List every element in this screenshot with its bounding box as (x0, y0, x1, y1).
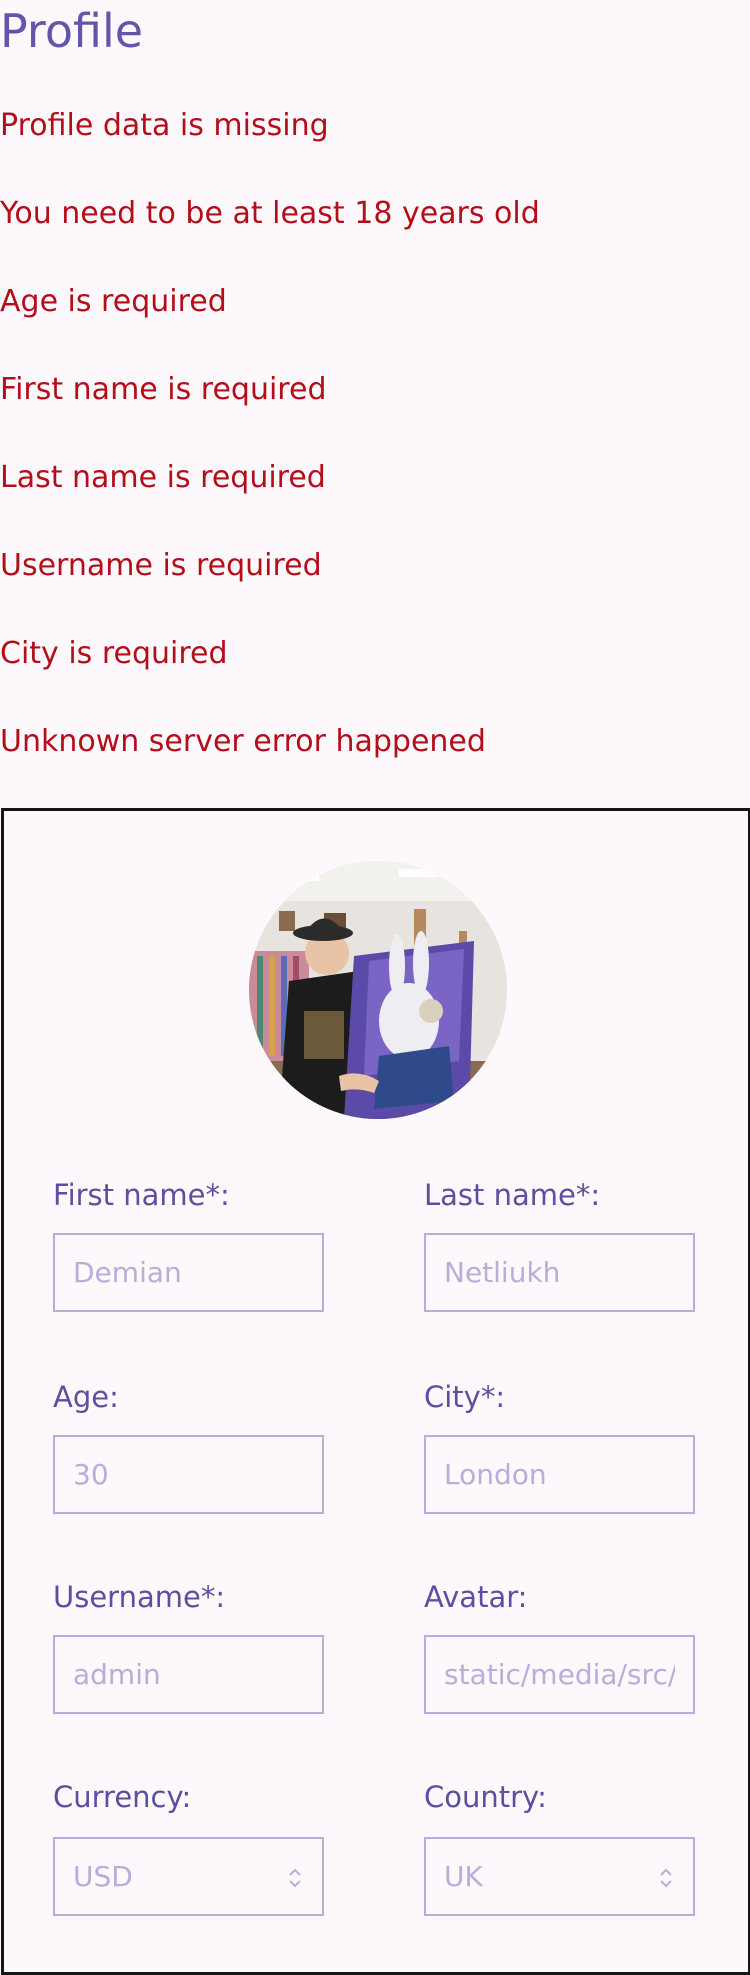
currency-select[interactable]: USD (53, 1837, 324, 1916)
first-name-label: First name*: (53, 1178, 230, 1212)
error-message: Profile data is missing (0, 108, 329, 143)
error-message: Last name is required (0, 460, 326, 495)
avatar-label: Avatar: (424, 1580, 528, 1614)
first-name-field[interactable] (53, 1233, 324, 1312)
username-label: Username*: (53, 1580, 226, 1614)
error-message: You need to be at least 18 years old (0, 196, 540, 231)
country-label: Country: (424, 1780, 547, 1814)
avatar-image (249, 861, 507, 1119)
error-message: Age is required (0, 284, 227, 319)
currency-select-value: USD (73, 1860, 133, 1893)
age-label: Age: (53, 1380, 119, 1414)
username-field[interactable] (53, 1635, 324, 1714)
age-field[interactable] (53, 1435, 324, 1514)
avatar (249, 861, 507, 1119)
error-message: Unknown server error happened (0, 724, 486, 759)
error-message: Username is required (0, 548, 322, 583)
error-message: First name is required (0, 372, 327, 407)
city-field[interactable] (424, 1435, 695, 1514)
country-select[interactable]: UK (424, 1837, 695, 1916)
select-chevron-icon (660, 1868, 672, 1888)
currency-label: Currency: (53, 1780, 192, 1814)
last-name-field[interactable] (424, 1233, 695, 1312)
profile-card: First name*: Last name*: Age: City*: Use… (1, 808, 750, 1975)
avatar-url-field[interactable] (424, 1635, 695, 1714)
select-chevron-icon (289, 1868, 301, 1888)
page-title: Profile (0, 4, 144, 58)
city-label: City*: (424, 1380, 506, 1414)
error-message: City is required (0, 636, 228, 671)
country-select-value: UK (444, 1860, 483, 1893)
last-name-label: Last name*: (424, 1178, 601, 1212)
